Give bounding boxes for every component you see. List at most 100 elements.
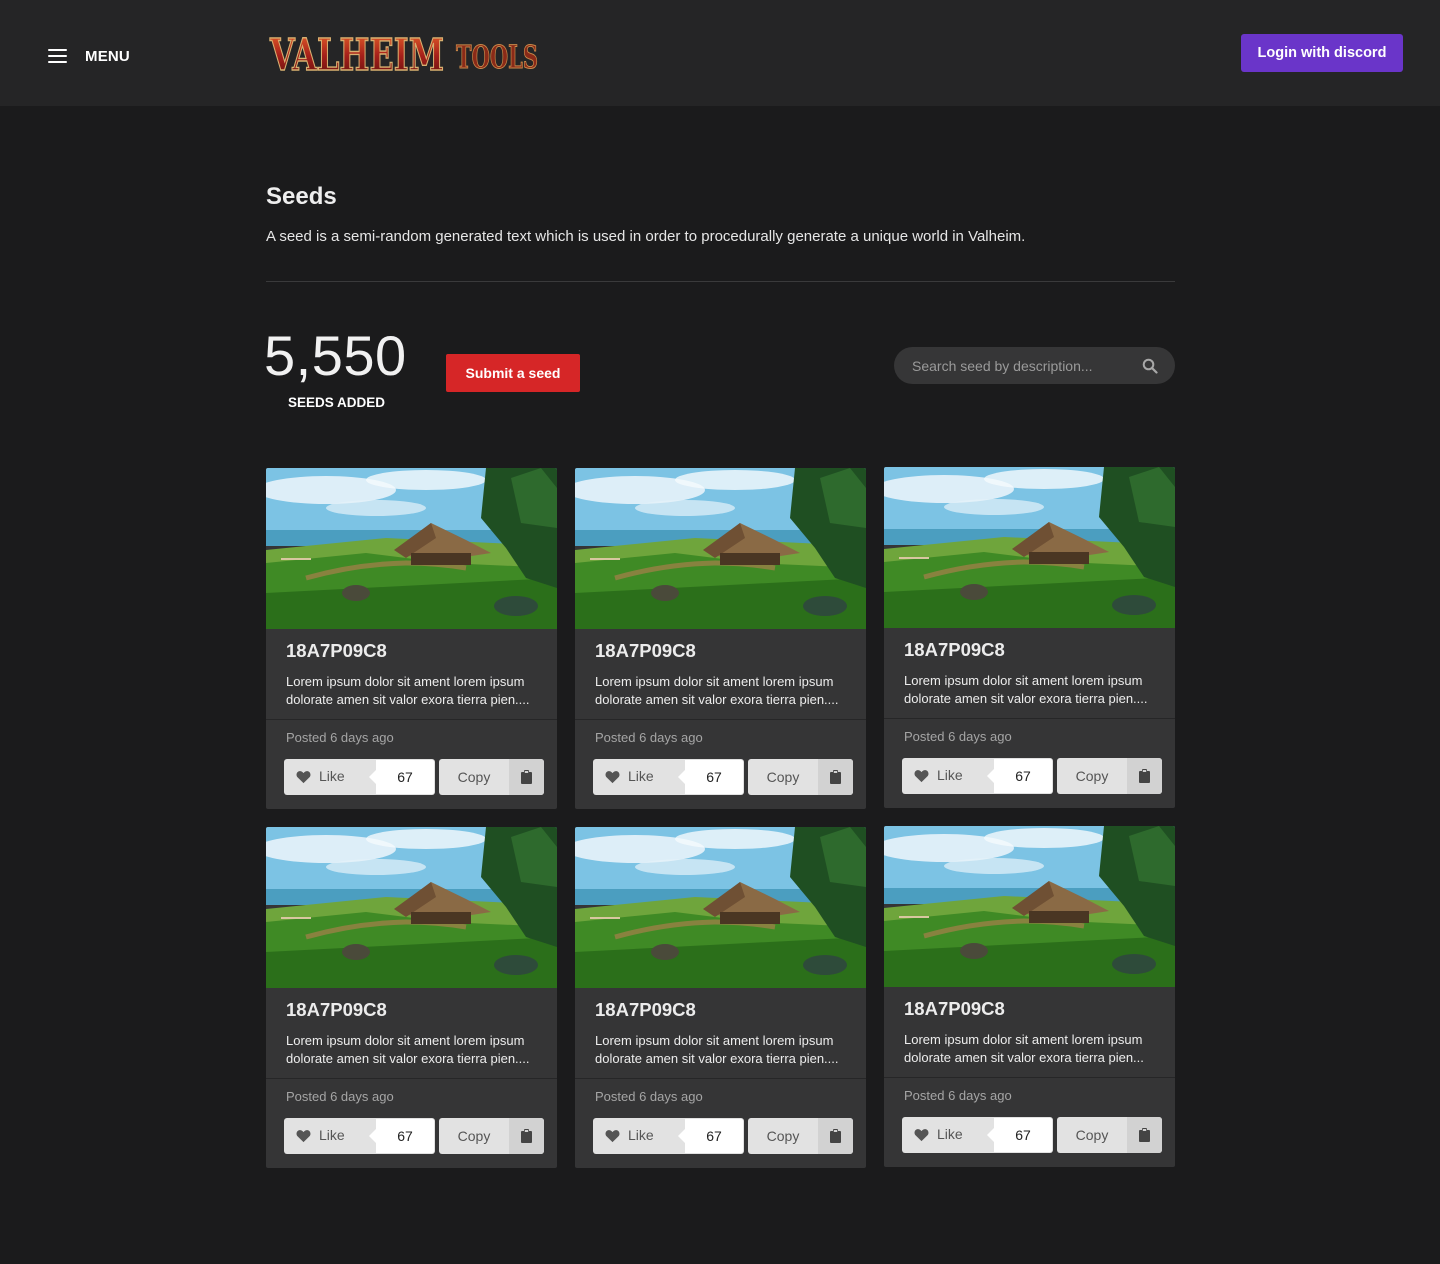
top-bar: MENU VALHEIM TOOLS Login with discord [0,0,1440,106]
seed-code: 18A7P09C8 [286,640,387,661]
seed-thumbnail[interactable] [266,468,557,629]
copy-seed-button[interactable]: Copy [439,1118,544,1154]
seed-code: 18A7P09C8 [595,640,696,661]
copy-icon-area [818,759,853,795]
seed-card: 18A7P09C8 Lorem ipsum dolor sit ament lo… [266,468,557,809]
card-divider [266,719,557,720]
copy-label: Copy [1075,768,1109,784]
page-description: A seed is a semi-random generated text w… [266,228,1026,245]
posted-date: Posted 6 days ago [286,1089,394,1104]
search-icon[interactable] [1142,358,1158,374]
like-count: 67 [369,760,434,794]
copy-icon-area [509,759,544,795]
seed-description: Lorem ipsum dolor sit ament lorem ipsum … [286,674,530,707]
seed-description: Lorem ipsum dolor sit ament lorem ipsum … [595,674,839,707]
heart-icon [296,1130,311,1143]
seed-code: 18A7P09C8 [286,999,387,1020]
like-button[interactable]: Like 67 [284,759,435,795]
like-button[interactable]: Like 67 [902,1117,1053,1153]
seed-card: 18A7P09C8 Lorem ipsum dolor sit ament lo… [884,467,1175,808]
clipboard-icon [521,1129,532,1143]
heart-icon [296,771,311,784]
copy-label: Copy [766,1128,800,1144]
seed-thumbnail[interactable] [884,826,1175,987]
copy-seed-button[interactable]: Copy [1057,1117,1162,1153]
heart-icon [605,771,620,784]
divider [266,281,1175,282]
copy-icon-area [1127,1117,1162,1153]
card-divider [884,1077,1175,1078]
seed-card: 18A7P09C8 Lorem ipsum dolor sit ament lo… [884,826,1175,1167]
logo-text-main: VALHEIM [269,30,444,81]
login-with-discord-button[interactable]: Login with discord [1241,34,1403,72]
like-count: 67 [987,1118,1052,1152]
clipboard-icon [1139,1128,1150,1142]
seed-description: Lorem ipsum dolor sit ament lorem ipsum … [286,1033,530,1066]
seed-card: 18A7P09C8 Lorem ipsum dolor sit ament lo… [266,827,557,1168]
copy-icon-area [509,1118,544,1154]
clipboard-icon [521,770,532,784]
clipboard-icon [830,770,841,784]
seed-card: 18A7P09C8 Lorem ipsum dolor sit ament lo… [575,827,866,1168]
hamburger-icon [48,49,67,63]
search-box [894,347,1175,384]
like-label: Like [937,767,963,783]
like-button[interactable]: Like 67 [593,759,744,795]
like-label: Like [319,768,345,784]
seed-count-label: SEEDS ADDED [288,395,386,410]
seed-thumbnail[interactable] [884,467,1175,628]
like-count: 67 [678,760,743,794]
like-label: Like [628,1127,654,1143]
copy-label: Copy [766,769,800,785]
seed-code: 18A7P09C8 [904,998,1005,1019]
card-divider [884,718,1175,719]
copy-label: Copy [457,1128,491,1144]
seed-description: Lorem ipsum dolor sit ament lorem ipsum … [904,1032,1144,1065]
card-divider [266,1078,557,1079]
copy-seed-button[interactable]: Copy [439,759,544,795]
seed-code: 18A7P09C8 [595,999,696,1020]
valheim-tools-logo[interactable]: VALHEIM TOOLS [266,16,556,88]
card-divider [575,719,866,720]
like-count: 67 [987,759,1052,793]
copy-icon-area [818,1118,853,1154]
copy-seed-button[interactable]: Copy [1057,758,1162,794]
clipboard-icon [830,1129,841,1143]
like-button[interactable]: Like 67 [593,1118,744,1154]
heart-icon [914,770,929,783]
page-title: Seeds [266,183,337,210]
seed-description: Lorem ipsum dolor sit ament lorem ipsum … [595,1033,839,1066]
like-button[interactable]: Like 67 [284,1118,435,1154]
copy-icon-area [1127,758,1162,794]
clipboard-icon [1139,769,1150,783]
like-count: 67 [678,1119,743,1153]
seed-thumbnail[interactable] [575,468,866,629]
seed-thumbnail[interactable] [266,827,557,988]
seed-count: 5,550 [264,324,407,387]
seed-description: Lorem ipsum dolor sit ament lorem ipsum … [904,673,1148,706]
menu-label: MENU [85,47,130,65]
like-count: 67 [369,1119,434,1153]
seed-thumbnail[interactable] [575,827,866,988]
seed-code: 18A7P09C8 [904,639,1005,660]
posted-date: Posted 6 days ago [904,1088,1012,1103]
heart-icon [605,1130,620,1143]
like-button[interactable]: Like 67 [902,758,1053,794]
logo-text-sub: TOOLS [456,38,538,76]
posted-date: Posted 6 days ago [904,729,1012,744]
like-label: Like [319,1127,345,1143]
like-label: Like [937,1126,963,1142]
card-divider [575,1078,866,1079]
heart-icon [914,1129,929,1142]
copy-label: Copy [457,769,491,785]
like-label: Like [628,768,654,784]
posted-date: Posted 6 days ago [595,730,703,745]
menu-toggle[interactable]: MENU [48,44,130,68]
submit-seed-button[interactable]: Submit a seed [446,354,580,392]
posted-date: Posted 6 days ago [286,730,394,745]
search-input[interactable] [910,347,1130,384]
copy-label: Copy [1075,1127,1109,1143]
copy-seed-button[interactable]: Copy [748,1118,853,1154]
posted-date: Posted 6 days ago [595,1089,703,1104]
copy-seed-button[interactable]: Copy [748,759,853,795]
